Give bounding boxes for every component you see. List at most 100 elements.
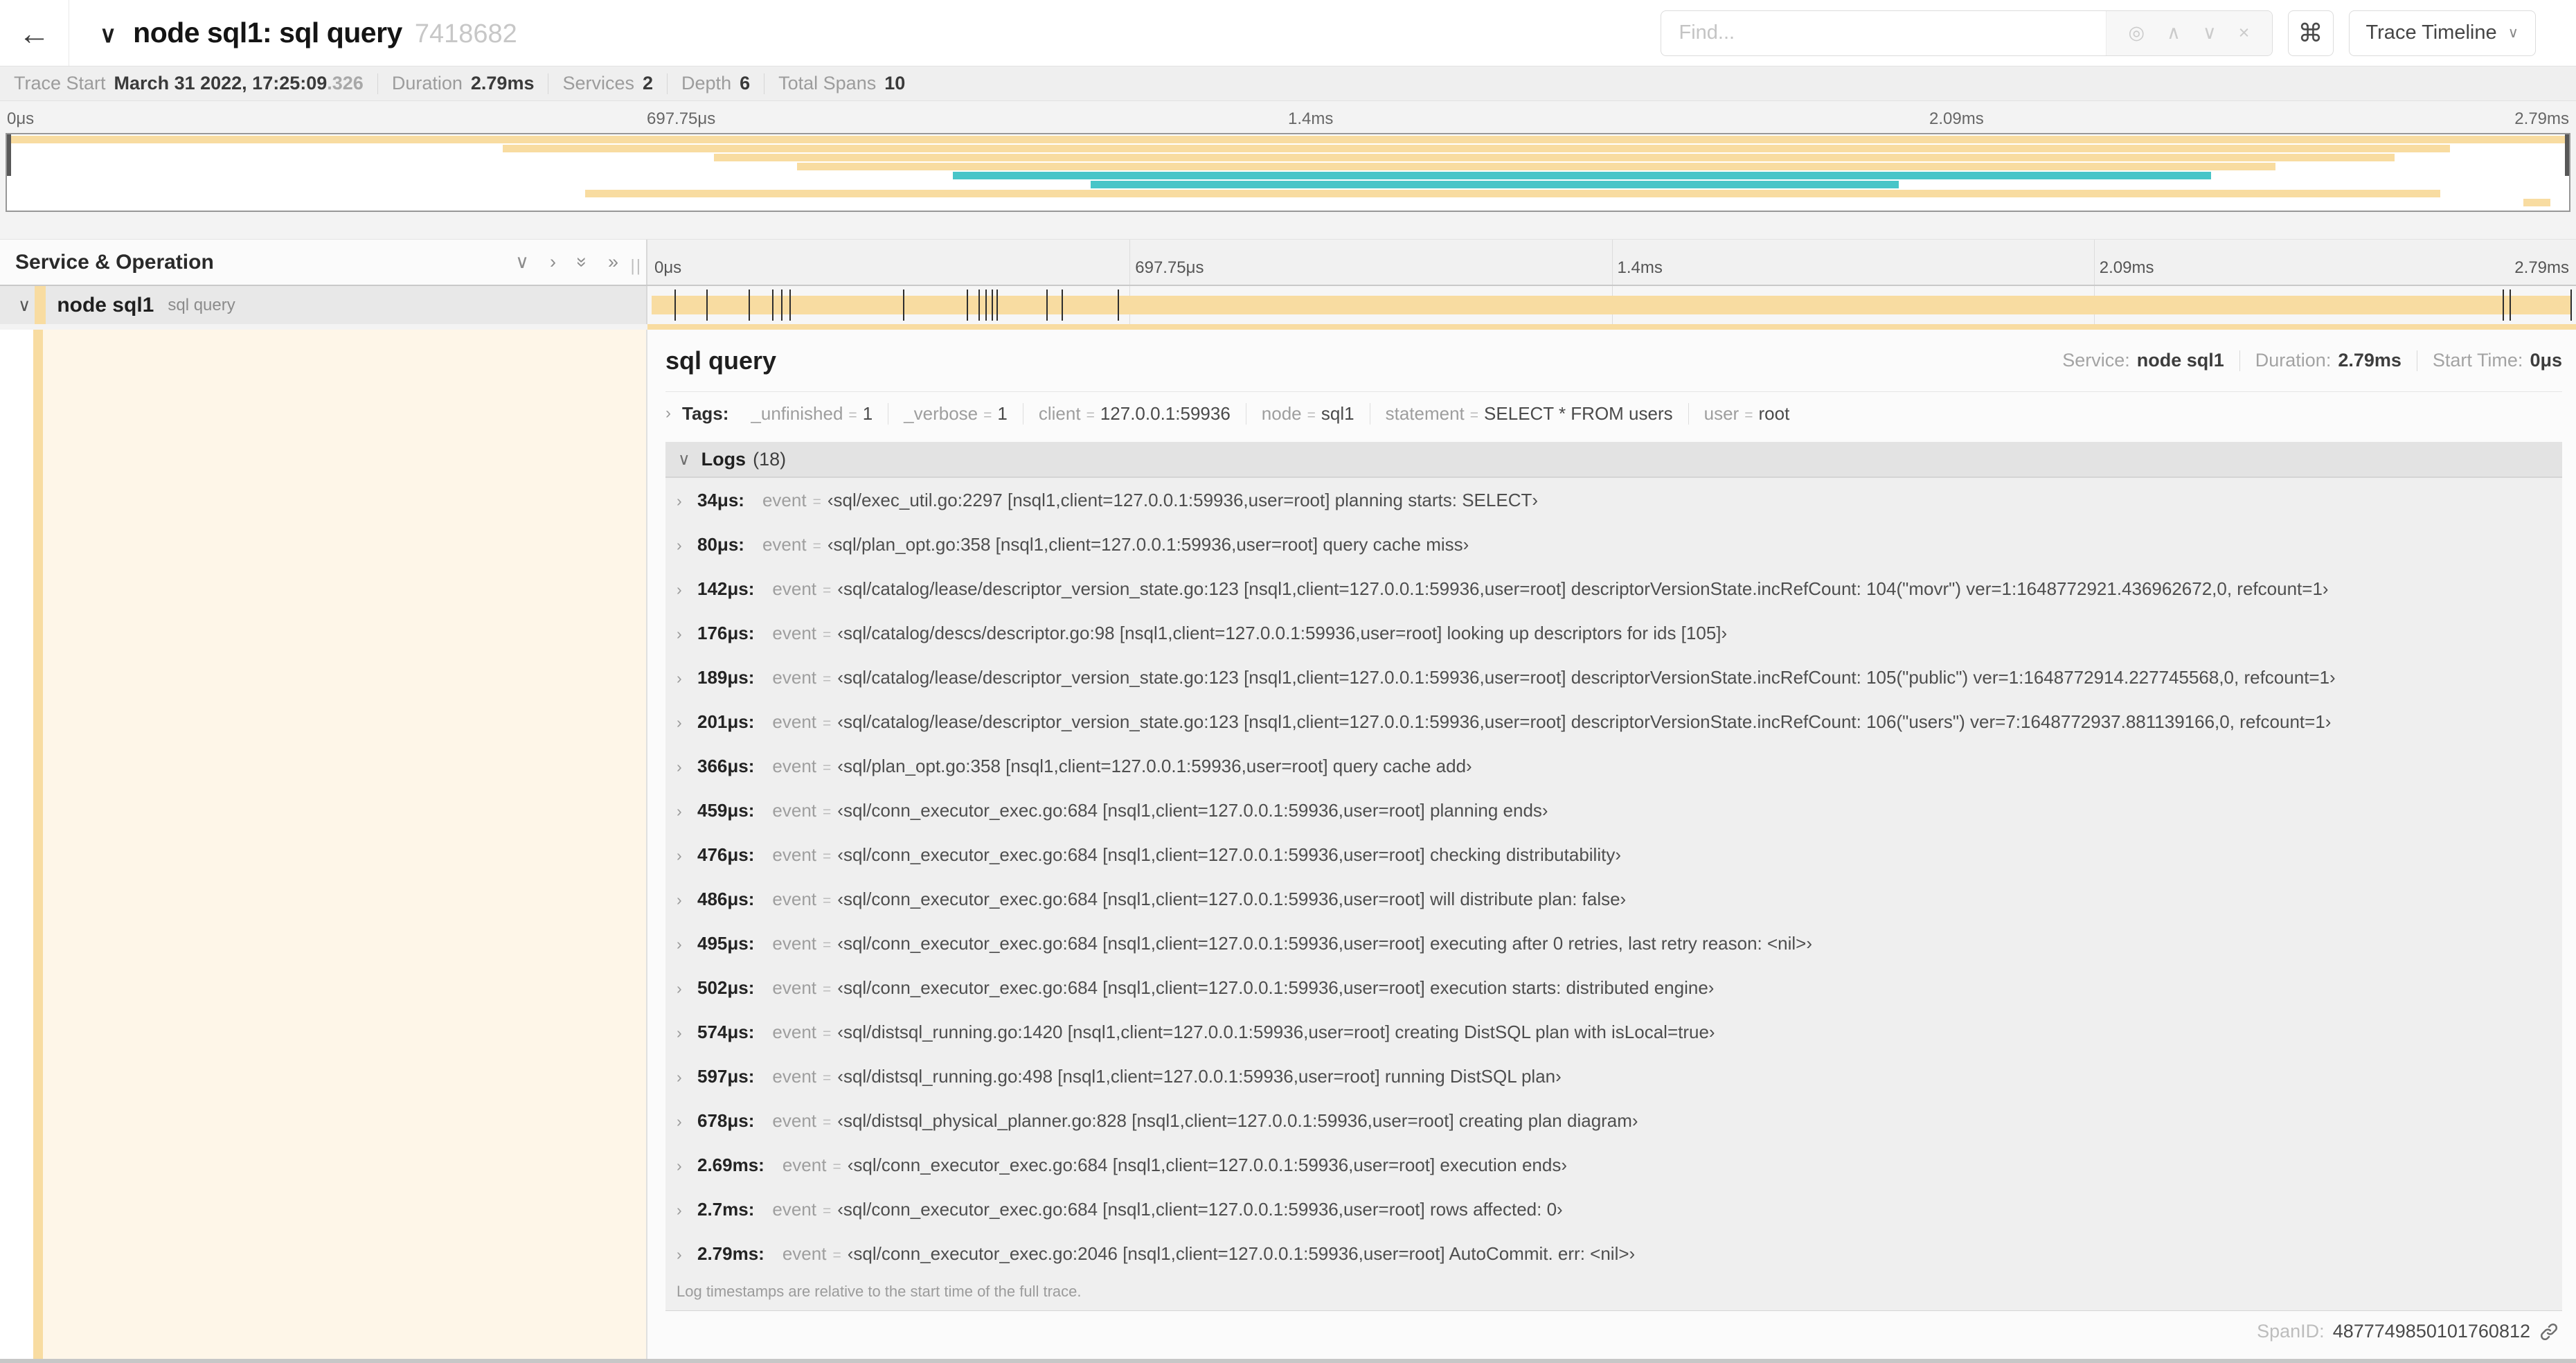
equals-sign: = <box>823 804 832 820</box>
tags-expand-icon[interactable]: › <box>665 404 671 423</box>
log-expand-icon[interactable]: › <box>677 802 697 821</box>
log-entry[interactable]: › 2.69ms: event = ‹sql/conn_executor_exe… <box>665 1143 2562 1187</box>
collapse-trace-icon[interactable]: ∨ <box>100 21 116 48</box>
trace-title-wrap: ∨ node sql1: sql query 7418682 <box>100 17 517 49</box>
stat-label: Depth <box>681 73 732 93</box>
log-expand-icon[interactable]: › <box>677 979 697 998</box>
log-timestamp: 486μs: <box>697 889 755 909</box>
log-field-value: ‹sql/catalog/lease/descriptor_version_st… <box>837 711 2332 732</box>
log-entry[interactable]: › 34μs: event = ‹sql/exec_util.go:2297 [… <box>665 478 2562 522</box>
log-expand-icon[interactable]: › <box>677 1157 697 1175</box>
timeline-tick: 2.79ms <box>2514 258 2569 277</box>
minimap-right-scrubber[interactable] <box>2565 134 2569 176</box>
log-entry[interactable]: › 495μs: event = ‹sql/conn_executor_exec… <box>665 921 2562 965</box>
log-entry[interactable]: › 2.79ms: event = ‹sql/conn_executor_exe… <box>665 1231 2562 1276</box>
log-expand-icon[interactable]: › <box>677 492 697 510</box>
log-expand-icon[interactable]: › <box>677 625 697 643</box>
span-row[interactable]: ∨ node sql1 sql query <box>0 286 2576 324</box>
expand-all-icon[interactable]: » <box>608 251 618 273</box>
keyboard-shortcuts-button[interactable]: ⌘ <box>2287 10 2334 56</box>
log-entry[interactable]: › 574μs: event = ‹sql/distsql_running.go… <box>665 1010 2562 1054</box>
equals-sign: = <box>823 981 832 997</box>
tags-row[interactable]: › Tags: _unfinished = 1 _verbose = 1 cli… <box>665 392 2562 435</box>
log-expand-icon[interactable]: › <box>677 580 697 599</box>
log-expand-icon[interactable]: › <box>677 536 697 555</box>
find-target-icon[interactable]: ◎ <box>2129 22 2145 44</box>
log-expand-icon[interactable]: › <box>677 713 697 732</box>
log-field-value: ‹sql/plan_opt.go:358 [nsql1,client=127.0… <box>827 534 1469 555</box>
view-selector-button[interactable]: Trace Timeline ∨ <box>2348 10 2536 56</box>
copy-link-icon[interactable] <box>2539 1321 2559 1342</box>
log-entry[interactable]: › 502μs: event = ‹sql/conn_executor_exec… <box>665 965 2562 1010</box>
log-timestamp: 142μs: <box>697 578 755 599</box>
log-entry[interactable]: › 597μs: event = ‹sql/distsql_running.go… <box>665 1054 2562 1098</box>
log-field-value: ‹sql/conn_executor_exec.go:684 [nsql1,cl… <box>837 977 1715 998</box>
minimap-left-scrubber[interactable] <box>7 134 11 176</box>
back-button[interactable]: ← <box>0 0 69 66</box>
log-field-key: event <box>772 1022 817 1042</box>
minimap-row <box>7 181 2569 188</box>
tag-value: SELECT * FROM users <box>1484 402 1673 424</box>
log-entry[interactable]: › 366μs: event = ‹sql/plan_opt.go:358 [n… <box>665 744 2562 788</box>
find-input[interactable] <box>1661 10 2106 55</box>
row-collapse-icon[interactable]: ∨ <box>18 295 30 316</box>
log-expand-icon[interactable]: › <box>677 1245 697 1264</box>
collapse-all-icon[interactable]: ∨ <box>515 251 529 273</box>
log-field-value: ‹sql/conn_executor_exec.go:684 [nsql1,cl… <box>837 800 1548 821</box>
trace-id: 7418682 <box>414 19 517 48</box>
logs-header[interactable]: ∨ Logs (18) <box>665 442 2562 478</box>
log-expand-icon[interactable]: › <box>677 758 697 776</box>
log-marker-tick <box>1046 289 1048 321</box>
collapse-deep-icon[interactable]: » <box>571 257 593 267</box>
log-expand-icon[interactable]: › <box>677 1024 697 1042</box>
log-entry[interactable]: › 176μs: event = ‹sql/catalog/descs/desc… <box>665 611 2562 655</box>
log-field-value: ‹sql/conn_executor_exec.go:684 [nsql1,cl… <box>847 1155 1567 1175</box>
column-resizer-handle[interactable]: || <box>631 256 642 276</box>
log-field-key: event <box>772 889 817 909</box>
log-timestamp: 476μs: <box>697 844 755 865</box>
log-expand-icon[interactable]: › <box>677 846 697 865</box>
log-entry[interactable]: › 678μs: event = ‹sql/distsql_physical_p… <box>665 1098 2562 1143</box>
log-entry[interactable]: › 476μs: event = ‹sql/conn_executor_exec… <box>665 832 2562 877</box>
log-timestamp: 597μs: <box>697 1066 755 1087</box>
log-entry[interactable]: › 486μs: event = ‹sql/conn_executor_exec… <box>665 877 2562 921</box>
log-entry[interactable]: › 80μs: event = ‹sql/plan_opt.go:358 [ns… <box>665 522 2562 567</box>
logs-collapse-icon[interactable]: ∨ <box>678 449 690 470</box>
page-title: node sql1: sql query <box>133 17 402 48</box>
equals-sign: = <box>823 671 832 687</box>
span-duration-bar[interactable] <box>652 296 2572 314</box>
logs-count: (18) <box>753 448 787 470</box>
log-entry[interactable]: › 201μs: event = ‹sql/catalog/lease/desc… <box>665 700 2562 744</box>
timeline-tick: 697.75μs <box>1135 258 1204 277</box>
span-row-timeline[interactable] <box>647 286 2576 324</box>
log-field-value: ‹sql/exec_util.go:2297 [nsql1,client=127… <box>827 490 1539 510</box>
log-entry[interactable]: › 459μs: event = ‹sql/conn_executor_exec… <box>665 788 2562 832</box>
minimap-row <box>7 199 2569 206</box>
find-clear-icon[interactable]: × <box>2239 22 2250 44</box>
logs-title: Logs <box>701 448 746 470</box>
log-expand-icon[interactable]: › <box>677 1068 697 1087</box>
log-expand-icon[interactable]: › <box>677 935 697 954</box>
service-operation-header: Service & Operation ∨ › » » || <box>0 240 647 285</box>
log-timestamp: 80μs: <box>697 534 744 555</box>
span-row-label[interactable]: ∨ node sql1 sql query <box>0 286 647 324</box>
log-expand-icon[interactable]: › <box>677 891 697 909</box>
log-expand-icon[interactable]: › <box>677 669 697 688</box>
trace-minimap[interactable] <box>6 133 2570 212</box>
tag-value: sql1 <box>1321 402 1354 424</box>
find-next-icon[interactable]: ∨ <box>2203 22 2217 44</box>
log-entry[interactable]: › 142μs: event = ‹sql/catalog/lease/desc… <box>665 567 2562 611</box>
minimap-span-bar <box>7 136 2569 143</box>
log-timestamp: 502μs: <box>697 977 755 998</box>
log-expand-icon[interactable]: › <box>677 1201 697 1220</box>
view-selector-label: Trace Timeline <box>2365 21 2497 44</box>
meta-label: Duration: <box>2255 350 2332 371</box>
find-prev-icon[interactable]: ∧ <box>2167 22 2181 44</box>
expand-one-icon[interactable]: › <box>550 251 556 273</box>
log-entry[interactable]: › 2.7ms: event = ‹sql/conn_executor_exec… <box>665 1187 2562 1231</box>
log-expand-icon[interactable]: › <box>677 1112 697 1131</box>
log-field-key: event <box>772 1199 816 1220</box>
log-timestamp: 34μs: <box>697 490 744 510</box>
log-entry[interactable]: › 189μs: event = ‹sql/catalog/lease/desc… <box>665 655 2562 700</box>
divider <box>2239 350 2240 371</box>
